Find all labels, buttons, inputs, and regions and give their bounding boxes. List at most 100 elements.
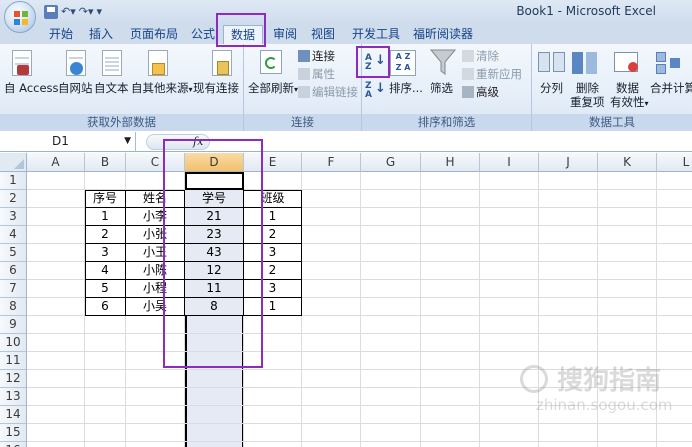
text-to-columns-button[interactable]: 分列 bbox=[540, 80, 563, 96]
row-header-12[interactable]: 12 bbox=[0, 370, 27, 388]
column-header-l[interactable]: L bbox=[657, 153, 692, 172]
table-cell[interactable]: 小陈 bbox=[126, 262, 185, 280]
row-header-1[interactable]: 1 bbox=[0, 172, 27, 190]
table-cell[interactable]: 小吴 bbox=[126, 298, 185, 316]
formula-input[interactable] bbox=[214, 133, 692, 151]
tab-developer[interactable]: 开发工具 bbox=[348, 25, 404, 44]
from-other-sources-button[interactable]: 自其他来源▾ bbox=[131, 80, 193, 96]
table-cell[interactable]: 12 bbox=[185, 262, 244, 280]
redo-icon[interactable]: ↷▾ bbox=[79, 3, 94, 21]
row-header-7[interactable]: 7 bbox=[0, 280, 27, 298]
remove-duplicates-label-2[interactable]: 重复项 bbox=[570, 94, 605, 110]
sort-button[interactable]: 排序... bbox=[389, 80, 423, 96]
column-header-g[interactable]: G bbox=[361, 153, 421, 172]
row-header-2[interactable]: 2 bbox=[0, 190, 27, 208]
data-validation-button[interactable]: 有效性▾ bbox=[610, 94, 649, 110]
table-cell[interactable]: 4 bbox=[85, 262, 126, 280]
office-button[interactable] bbox=[4, 1, 36, 33]
existing-connections-button[interactable]: 现有连接 bbox=[193, 80, 239, 96]
consolidate-button[interactable]: 合并计算 bbox=[650, 80, 692, 96]
advanced-button[interactable]: 高级 bbox=[462, 84, 499, 100]
column-header-h[interactable]: H bbox=[421, 153, 480, 172]
table-cell[interactable]: 3 bbox=[244, 280, 302, 298]
table-cell[interactable]: 5 bbox=[85, 280, 126, 298]
table-header-cell[interactable]: 序号 bbox=[85, 190, 126, 208]
tab-formulas[interactable]: 公式 bbox=[188, 25, 218, 44]
tab-page-layout[interactable]: 页面布局 bbox=[126, 25, 182, 44]
from-text-button[interactable]: 自文本 bbox=[94, 80, 129, 96]
chevron-down-icon[interactable]: ▼ bbox=[124, 132, 131, 151]
save-icon[interactable] bbox=[44, 5, 58, 19]
table-cell[interactable]: 2 bbox=[244, 262, 302, 280]
sort-ascending-icon[interactable]: A Z ↓ bbox=[365, 54, 386, 74]
properties-button[interactable]: 属性 bbox=[298, 66, 335, 82]
row-header-15[interactable]: 15 bbox=[0, 424, 27, 442]
row-header-14[interactable]: 14 bbox=[0, 406, 27, 424]
from-access-button[interactable]: 自 Access bbox=[4, 80, 59, 96]
tab-foxit-reader[interactable]: 福昕阅读器 bbox=[410, 25, 476, 44]
connections-button[interactable]: 连接 bbox=[298, 48, 335, 64]
table-cell[interactable]: 1 bbox=[244, 298, 302, 316]
select-all-corner[interactable] bbox=[0, 153, 27, 172]
table-cell[interactable]: 1 bbox=[85, 208, 126, 226]
row-header-8[interactable]: 8 bbox=[0, 298, 27, 316]
table-cell[interactable]: 3 bbox=[244, 244, 302, 262]
row-header-3[interactable]: 3 bbox=[0, 208, 27, 226]
tab-review[interactable]: 审阅 bbox=[270, 25, 300, 44]
table-cell[interactable]: 小王 bbox=[126, 244, 185, 262]
column-header-i[interactable]: I bbox=[480, 153, 539, 172]
table-cell[interactable]: 21 bbox=[185, 208, 244, 226]
column-header-j[interactable]: J bbox=[539, 153, 598, 172]
tab-insert[interactable]: 插入 bbox=[86, 25, 116, 44]
customize-qat-icon[interactable]: ▾ bbox=[97, 3, 103, 21]
table-cell[interactable]: 43 bbox=[185, 244, 244, 262]
column-header-b[interactable]: B bbox=[85, 153, 126, 172]
watermark: 搜狗指南 bbox=[520, 360, 661, 397]
column-header-d[interactable]: D bbox=[185, 153, 244, 172]
reapply-icon bbox=[462, 68, 474, 80]
row-header-16[interactable]: 16 bbox=[0, 442, 27, 447]
row-header-10[interactable]: 10 bbox=[0, 334, 27, 352]
tab-view[interactable]: 视图 bbox=[308, 25, 338, 44]
filter-button[interactable]: 筛选 bbox=[430, 80, 453, 96]
table-header-cell[interactable]: 姓名 bbox=[126, 190, 185, 208]
table-header-cell[interactable]: 学号 bbox=[185, 190, 244, 208]
column-header-a[interactable]: A bbox=[27, 153, 85, 172]
column-header-k[interactable]: K bbox=[598, 153, 657, 172]
table-cell[interactable]: 1 bbox=[244, 208, 302, 226]
table-cell[interactable]: 23 bbox=[185, 226, 244, 244]
row-header-13[interactable]: 13 bbox=[0, 388, 27, 406]
table-cell[interactable]: 11 bbox=[185, 280, 244, 298]
row-header-6[interactable]: 6 bbox=[0, 262, 27, 280]
reapply-button[interactable]: 重新应用 bbox=[462, 66, 522, 82]
from-web-button[interactable]: 自网站 bbox=[58, 80, 93, 96]
table-cell[interactable]: 3 bbox=[85, 244, 126, 262]
refresh-all-button[interactable]: 全部刷新▾ bbox=[248, 80, 298, 96]
active-cell[interactable] bbox=[185, 172, 244, 190]
table-cell[interactable]: 6 bbox=[85, 298, 126, 316]
name-box[interactable]: D1 ▼ bbox=[0, 132, 136, 152]
table-header-cell[interactable]: 班级 bbox=[244, 190, 302, 208]
gridline bbox=[479, 172, 480, 447]
insert-function-button[interactable]: fx bbox=[146, 134, 210, 150]
edit-links-button[interactable]: 编辑链接 bbox=[298, 84, 358, 100]
tab-home[interactable]: 开始 bbox=[46, 25, 76, 44]
table-cell[interactable]: 2 bbox=[85, 226, 126, 244]
tab-data[interactable]: 数据 bbox=[223, 25, 263, 44]
row-header-4[interactable]: 4 bbox=[0, 226, 27, 244]
row-header-11[interactable]: 11 bbox=[0, 352, 27, 370]
column-header-e[interactable]: E bbox=[244, 153, 302, 172]
table-cell[interactable]: 2 bbox=[244, 226, 302, 244]
clear-button[interactable]: 清除 bbox=[462, 48, 499, 64]
table-cell[interactable]: 8 bbox=[185, 298, 244, 316]
table-cell[interactable]: 小李 bbox=[126, 208, 185, 226]
sort-descending-icon[interactable]: Z A ↓ bbox=[365, 82, 386, 102]
column-header-c[interactable]: C bbox=[126, 153, 185, 172]
table-cell[interactable]: 小张 bbox=[126, 226, 185, 244]
row-header-9[interactable]: 9 bbox=[0, 316, 27, 334]
table-cell[interactable]: 小程 bbox=[126, 280, 185, 298]
clear-icon bbox=[462, 50, 474, 62]
row-header-5[interactable]: 5 bbox=[0, 244, 27, 262]
column-header-f[interactable]: F bbox=[302, 153, 361, 172]
undo-icon[interactable]: ↶▾ bbox=[61, 3, 76, 21]
